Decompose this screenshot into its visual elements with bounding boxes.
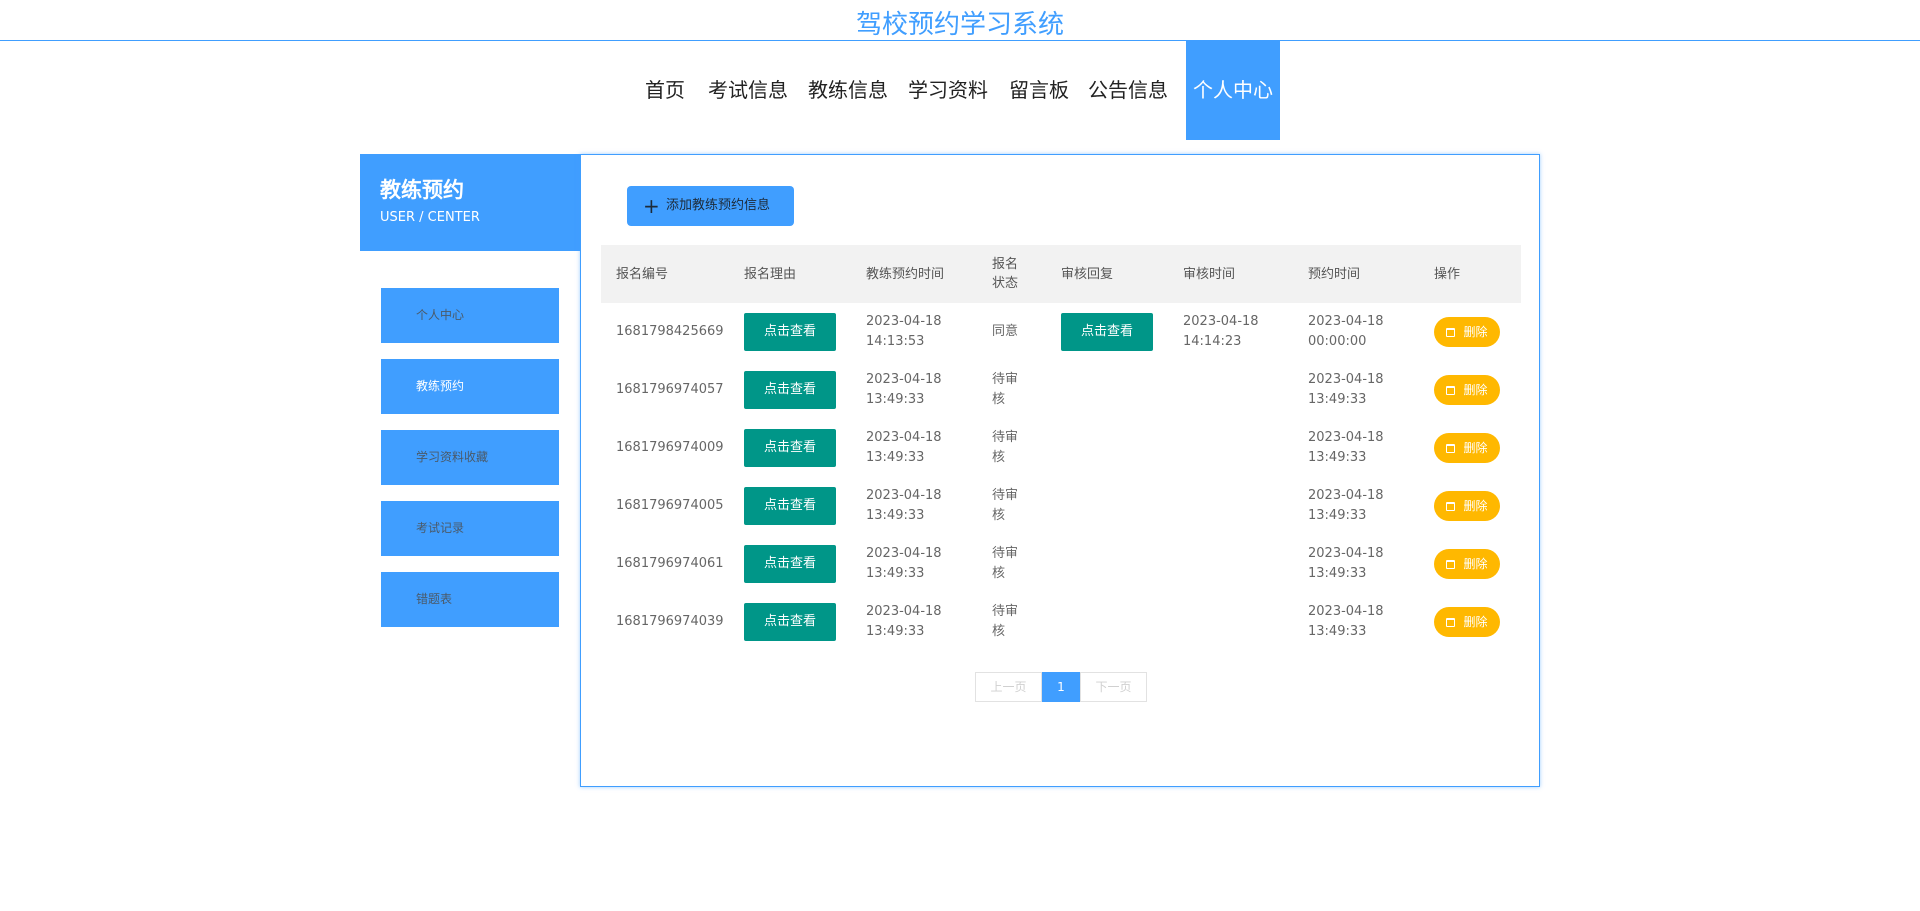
header-reply: 审核回复	[1061, 266, 1114, 282]
table-row: 1681796974009 点击查看 2023-04-18 13:49:33 待审核 2…	[601, 419, 1521, 477]
table-row: 1681796974039 点击查看 2023-04-18 13:49:33 待审核 2…	[601, 593, 1521, 651]
delete-label: 删除	[1463, 557, 1488, 571]
add-booking-label: 添加教练预约信息	[666, 198, 771, 213]
cell-apply-time: 2023-04-18 13:49:33	[866, 546, 942, 581]
nav-item-announcements[interactable]: 公告信息	[1084, 41, 1172, 140]
cell-review-time	[1183, 361, 1273, 419]
delete-label: 删除	[1463, 383, 1488, 397]
plus-icon: +	[643, 194, 660, 218]
table-row: 1681796974061 点击查看 2023-04-18 13:49:33 待审核 2…	[601, 535, 1521, 593]
cell-status: 待审核	[992, 604, 1019, 639]
header-review-time: 审核时间	[1183, 266, 1236, 282]
sidebar-item-personal-center[interactable]: 个人中心	[381, 288, 559, 343]
add-booking-button[interactable]: + 添加教练预约信息	[627, 186, 794, 226]
main-panel: + 添加教练预约信息 报名编号 报名理由 教练预约时间 报名状态 审核回复 审核…	[580, 154, 1540, 787]
cell-appoint-time: 2023-04-18 13:49:33	[1308, 372, 1384, 407]
cell-apply-time: 2023-04-18 13:49:33	[866, 488, 942, 523]
page-number-button[interactable]: 1	[1042, 672, 1080, 702]
delete-button[interactable]: 删除	[1434, 433, 1500, 463]
delete-label: 删除	[1463, 325, 1488, 339]
nav-item-home[interactable]: 首页	[637, 41, 693, 140]
sidebar-title: 教练预约	[380, 178, 464, 202]
sidebar-header: 教练预约 USER / CENTER	[360, 154, 580, 251]
delete-label: 删除	[1463, 499, 1488, 513]
cell-status: 待审核	[992, 372, 1019, 407]
cell-review-time: 2023-04-18 14:14:23	[1183, 314, 1259, 349]
cell-status: 待审核	[992, 546, 1019, 581]
delete-button[interactable]: 删除	[1434, 549, 1500, 579]
nav-item-coach-info[interactable]: 教练信息	[804, 41, 892, 140]
cell-appoint-time: 2023-04-18 13:49:33	[1308, 430, 1384, 465]
cell-apply-time: 2023-04-18 13:49:33	[866, 372, 942, 407]
trash-icon	[1446, 617, 1456, 627]
cell-review-time	[1183, 477, 1273, 535]
table-row: 1681796974057 点击查看 2023-04-18 13:49:33 待审核 2…	[601, 361, 1521, 419]
delete-button[interactable]: 删除	[1434, 375, 1500, 405]
cell-status: 待审核	[992, 488, 1019, 523]
view-reason-button[interactable]: 点击查看	[744, 487, 836, 525]
view-reason-button[interactable]: 点击查看	[744, 371, 836, 409]
nav-item-exam-info[interactable]: 考试信息	[704, 41, 792, 140]
cell-appoint-time: 2023-04-18 13:49:33	[1308, 488, 1384, 523]
cell-review-time	[1183, 593, 1273, 651]
delete-button[interactable]: 删除	[1434, 317, 1500, 347]
cell-apply-time: 2023-04-18 13:49:33	[866, 430, 942, 465]
header-actions: 操作	[1434, 266, 1461, 282]
cell-id: 1681798425669	[616, 324, 724, 339]
delete-button[interactable]: 删除	[1434, 607, 1500, 637]
sidebar-item-coach-booking[interactable]: 教练预约	[381, 359, 559, 414]
cell-review-time	[1183, 419, 1273, 477]
cell-status: 同意	[992, 324, 1019, 339]
view-reason-button[interactable]: 点击查看	[744, 429, 836, 467]
sidebar-item-wrong-questions[interactable]: 错题表	[381, 572, 559, 627]
trash-icon	[1446, 385, 1456, 395]
delete-label: 删除	[1463, 615, 1488, 629]
table-row: 1681798425669 点击查看 2023-04-18 14:13:53 同意 点击…	[601, 303, 1521, 361]
header-reason: 报名理由	[744, 266, 797, 282]
cell-appoint-time: 2023-04-18 13:49:33	[1308, 604, 1384, 639]
delete-button[interactable]: 删除	[1434, 491, 1500, 521]
nav-item-study-materials[interactable]: 学习资料	[904, 41, 992, 140]
nav-item-message-board[interactable]: 留言板	[1004, 41, 1074, 140]
cell-apply-time: 2023-04-18 13:49:33	[866, 604, 942, 639]
trash-icon	[1446, 501, 1456, 511]
view-reason-button[interactable]: 点击查看	[744, 313, 836, 351]
cell-id: 1681796974061	[616, 556, 724, 571]
sidebar-item-exam-records[interactable]: 考试记录	[381, 501, 559, 556]
sidebar-subtitle: USER / CENTER	[380, 210, 480, 225]
top-nav: 首页 考试信息 教练信息 学习资料 留言板 公告信息 个人中心	[0, 41, 1920, 140]
page: 驾校预约学习系统 首页 考试信息 教练信息 学习资料 留言板 公告信息 个人中心…	[0, 0, 1920, 911]
prev-page-button[interactable]: 上一页	[975, 672, 1042, 702]
table-row: 1681796974005 点击查看 2023-04-18 13:49:33 待审核 2…	[601, 477, 1521, 535]
cell-id: 1681796974039	[616, 614, 724, 629]
site-header: 驾校预约学习系统	[0, 0, 1920, 41]
cell-status: 待审核	[992, 430, 1019, 465]
cell-id: 1681796974057	[616, 382, 724, 397]
view-reply-button[interactable]: 点击查看	[1061, 313, 1153, 351]
pagination: 上一页 1 下一页	[975, 672, 1147, 702]
header-apply-time: 教练预约时间	[866, 266, 945, 282]
sidebar-item-material-favorites[interactable]: 学习资料收藏	[381, 430, 559, 485]
cell-id: 1681796974005	[616, 498, 724, 513]
table-header: 报名编号 报名理由 教练预约时间 报名状态 审核回复 审核时间 预约时间 操作	[601, 245, 1521, 303]
delete-label: 删除	[1463, 441, 1488, 455]
header-id: 报名编号	[616, 266, 669, 282]
site-title: 驾校预约学习系统	[855, 10, 1064, 40]
next-page-button[interactable]: 下一页	[1080, 672, 1147, 702]
cell-appoint-time: 2023-04-18 00:00:00	[1308, 314, 1384, 349]
trash-icon	[1446, 559, 1456, 569]
view-reason-button[interactable]: 点击查看	[744, 545, 836, 583]
cell-review-time	[1183, 535, 1273, 593]
cell-id: 1681796974009	[616, 440, 724, 455]
header-appoint-time: 预约时间	[1308, 266, 1361, 282]
nav-item-personal-center[interactable]: 个人中心	[1186, 41, 1280, 140]
trash-icon	[1446, 443, 1456, 453]
cell-apply-time: 2023-04-18 14:13:53	[866, 314, 942, 349]
header-status: 报名状态	[992, 257, 1019, 291]
view-reason-button[interactable]: 点击查看	[744, 603, 836, 641]
trash-icon	[1446, 327, 1456, 337]
cell-appoint-time: 2023-04-18 13:49:33	[1308, 546, 1384, 581]
